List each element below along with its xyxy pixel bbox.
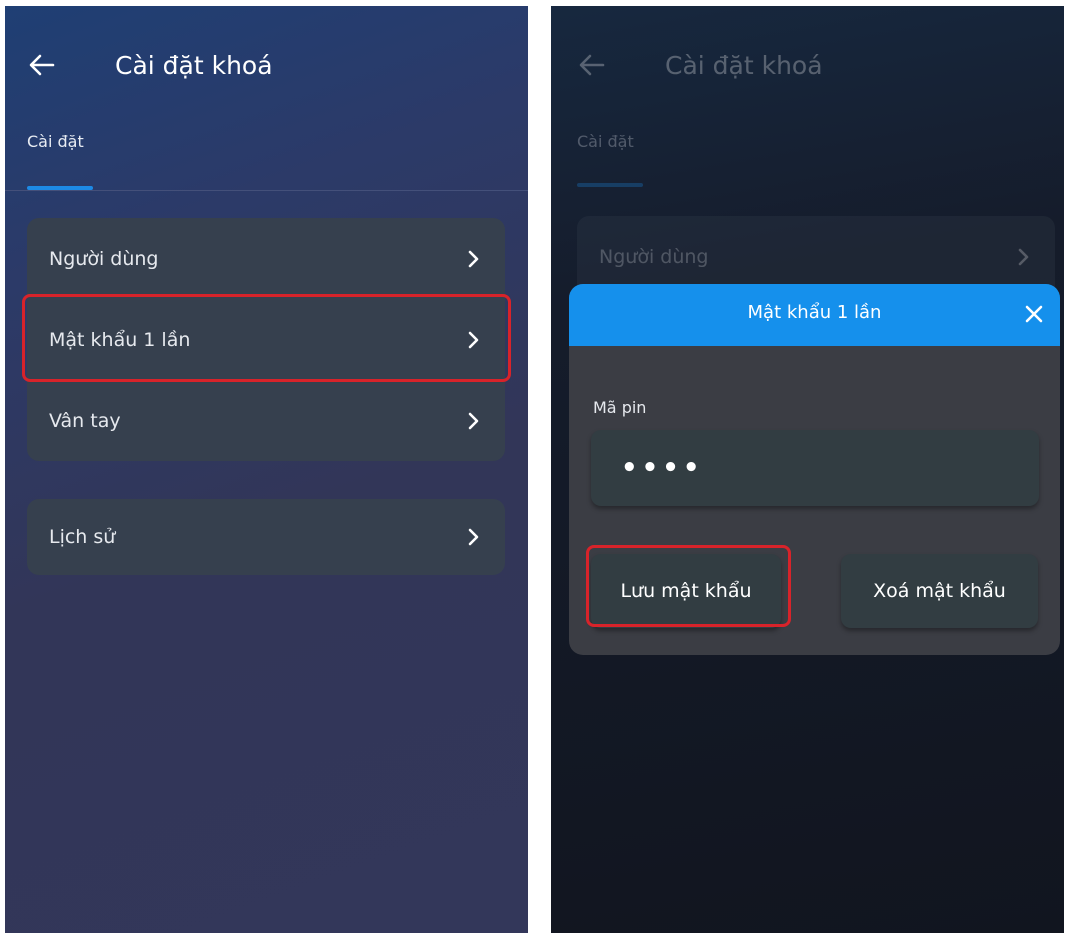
settings-group-history: Lịch sử [27, 499, 505, 575]
app-header: Cài đặt khoá [5, 6, 528, 126]
dialog-title: Mật khẩu 1 lần [747, 302, 882, 323]
chevron-right-icon [1018, 248, 1029, 265]
settings-item-label: Mật khẩu 1 lần [49, 328, 191, 351]
settings-item-label: Người dùng [49, 247, 159, 270]
save-password-button[interactable]: Lưu mật khẩu [591, 554, 781, 628]
one-time-password-dialog: Mật khẩu 1 lần Mã pin •••• Lưu mật khẩu … [569, 284, 1060, 655]
settings-screen: Cài đặt khoá Cài đặt Người dùng Mật khẩu… [5, 6, 528, 933]
settings-item-fingerprint[interactable]: Vân tay [27, 380, 505, 461]
delete-password-button[interactable]: Xoá mật khẩu [841, 554, 1038, 628]
arrow-left-icon[interactable] [27, 50, 57, 80]
chevron-right-icon [468, 528, 479, 546]
chevron-right-icon [468, 250, 479, 267]
app-header: Cài đặt khoá [551, 6, 1064, 126]
page-title: Cài đặt khoá [115, 51, 273, 80]
chevron-right-icon [468, 331, 479, 348]
settings-item-label: Người dùng [599, 245, 709, 268]
tab-divider [5, 190, 528, 191]
tab-settings[interactable]: Cài đặt [27, 132, 84, 151]
settings-screen-with-dialog: Cài đặt khoá Cài đặt Người dùng Mật khẩu… [551, 6, 1064, 933]
tab-settings: Cài đặt [577, 132, 634, 151]
settings-item-label: Vân tay [49, 409, 121, 432]
page-title: Cài đặt khoá [665, 51, 823, 80]
chevron-right-icon [468, 412, 479, 429]
settings-group-main: Người dùng Mật khẩu 1 lần Vân tay [27, 218, 505, 461]
dialog-header: Mật khẩu 1 lần [569, 284, 1060, 346]
settings-item-one-time-password[interactable]: Mật khẩu 1 lần [27, 299, 505, 380]
pin-label: Mã pin [593, 398, 647, 417]
settings-item-label: Lịch sử [49, 526, 116, 548]
settings-item-history[interactable]: Lịch sử [27, 499, 505, 575]
close-icon[interactable] [1022, 302, 1046, 326]
settings-item-users[interactable]: Người dùng [27, 218, 505, 299]
tab-indicator [577, 183, 643, 187]
arrow-left-icon [579, 54, 605, 76]
pin-input[interactable]: •••• [591, 430, 1039, 506]
